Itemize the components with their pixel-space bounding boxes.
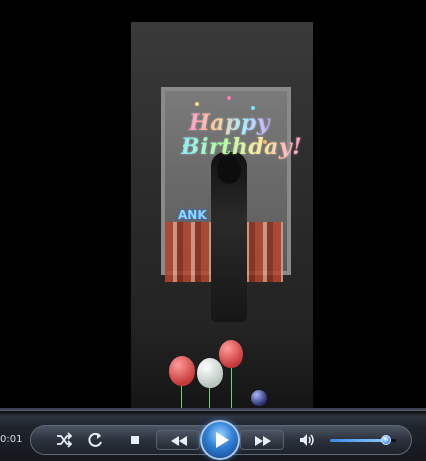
balloon-string: [209, 386, 210, 408]
shuffle-button[interactable]: [53, 430, 75, 450]
play-button[interactable]: [200, 420, 240, 460]
red-balloon: [169, 356, 195, 386]
white-balloon: [197, 358, 223, 388]
sparkle-decoration: [227, 96, 231, 100]
seek-bar[interactable]: [0, 410, 426, 416]
next-button[interactable]: [240, 430, 284, 450]
repeat-button[interactable]: [84, 430, 106, 450]
video-person-head: [217, 156, 241, 184]
playback-controls-bar: 0:01: [0, 408, 426, 461]
video-caption-text: ANK: [178, 208, 207, 222]
video-frame: Happy Birthday! ANK: [131, 22, 313, 408]
stop-button[interactable]: [124, 430, 146, 450]
volume-slider[interactable]: [330, 435, 396, 445]
stop-icon: [131, 436, 139, 444]
current-time-label: 0:01: [0, 434, 23, 445]
previous-button[interactable]: [156, 430, 200, 450]
sparkle-decoration: [195, 102, 199, 106]
volume-level-fill: [330, 439, 387, 442]
balloon-string: [181, 384, 182, 408]
birthday-overlay-line2: Birthday!: [181, 134, 303, 160]
media-player: Happy Birthday! ANK 0:01: [0, 0, 426, 461]
red-balloon: [219, 340, 243, 368]
volume-icon: [300, 434, 314, 446]
birthday-overlay-line1: Happy: [189, 110, 271, 136]
video-display-area[interactable]: Happy Birthday! ANK: [0, 0, 426, 408]
previous-icon: [171, 436, 187, 446]
blue-balloon: [251, 390, 267, 406]
balloon-string: [231, 368, 232, 408]
repeat-icon: [88, 432, 102, 447]
video-foreground-floor: [131, 322, 313, 408]
next-icon: [255, 436, 271, 446]
mute-button[interactable]: [296, 430, 318, 450]
play-icon: [216, 432, 229, 448]
shuffle-icon: [57, 432, 73, 448]
